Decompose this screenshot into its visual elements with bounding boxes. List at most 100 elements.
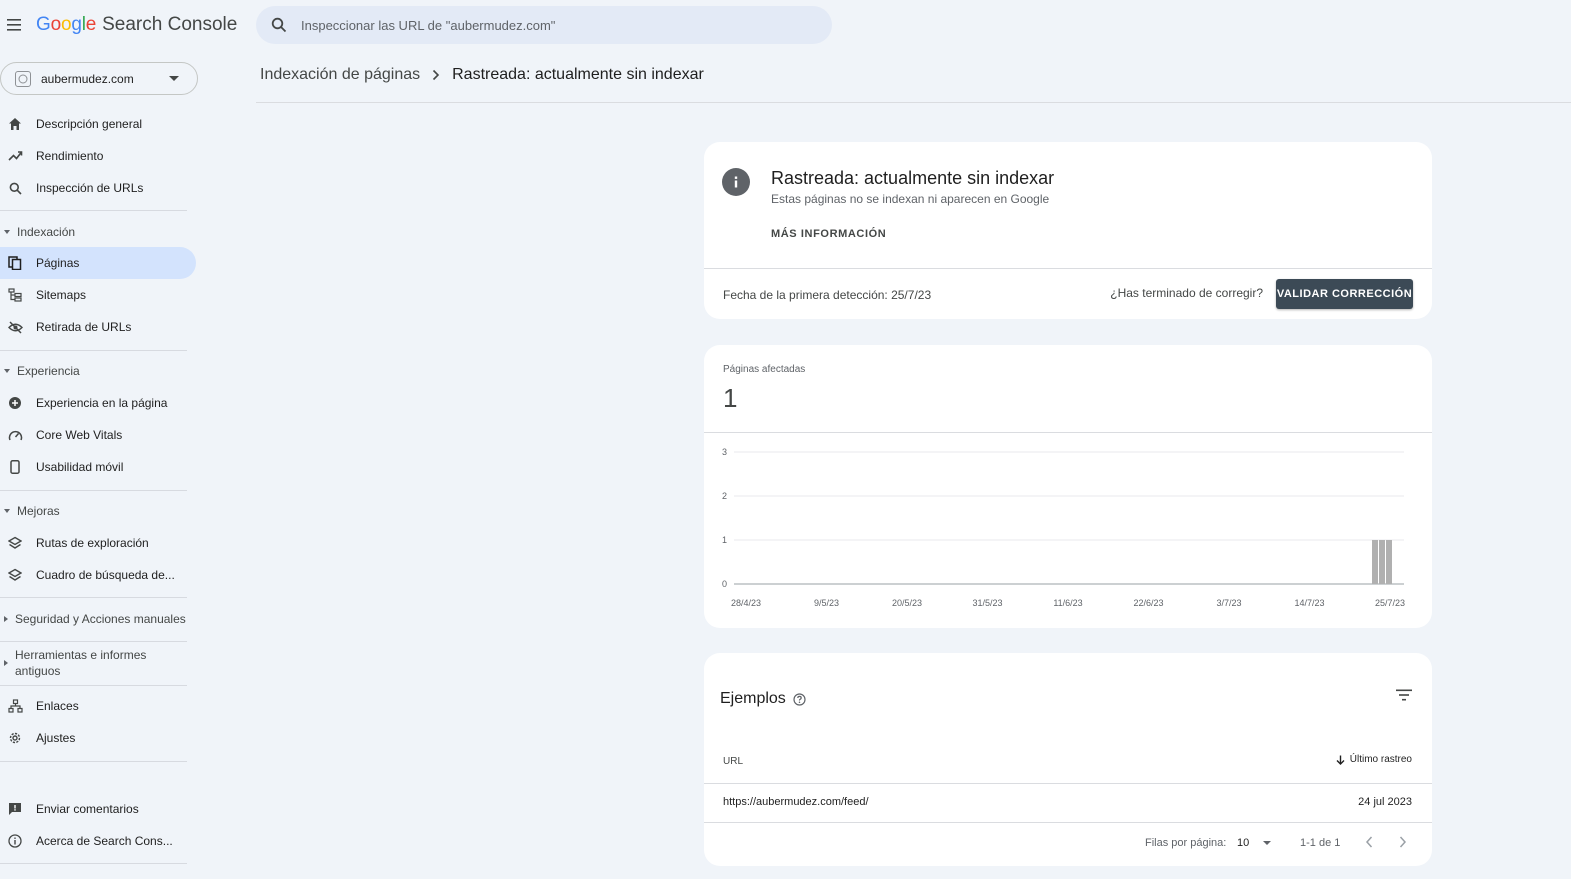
section-security[interactable]: Seguridad y Acciones manuales [0, 611, 196, 627]
prev-page-button[interactable] [1364, 834, 1374, 855]
google-logo-letter: g [71, 14, 82, 35]
table-row[interactable]: https://aubermudez.com/feed/ 24 jul 2023 [704, 784, 1432, 822]
chevron-left-icon [1365, 836, 1373, 848]
sidebar-divider [0, 210, 187, 211]
page-range: 1-1 de 1 [1300, 837, 1341, 849]
affected-pages-card: Páginas afectadas 1 0 1 2 3 28/4/23 9/5/23 20/… [704, 345, 1432, 628]
search-input[interactable] [301, 17, 781, 33]
examples-title: Ejemplos [720, 690, 806, 708]
sidebar-item-url-inspection[interactable]: Inspección de URLs [0, 172, 196, 204]
section-indexing[interactable]: Indexación [0, 224, 196, 240]
breadcrumb-parent[interactable]: Indexación de páginas [260, 66, 420, 84]
chart-bar [1379, 540, 1385, 584]
sidebar-item-sitelinks-searchbox[interactable]: Cuadro de búsqueda de... [0, 559, 196, 591]
phone-icon [7, 459, 23, 475]
affected-pages-chart: 0 1 2 3 28/4/23 9/5/23 20/5/23 31/5/23 11/6/23 22… [722, 447, 1405, 608]
sidebar-divider [0, 863, 187, 864]
fix-question-text: ¿Has terminado de corregir? [1110, 286, 1263, 300]
section-experience[interactable]: Experiencia [0, 363, 196, 379]
sitemap-icon [7, 287, 23, 303]
chart-y-tick-label: 0 [722, 579, 727, 589]
header-divider [256, 102, 1571, 103]
sidebar-item-sitemaps[interactable]: Sitemaps [0, 279, 196, 311]
sidebar-item-pages[interactable]: Páginas [0, 247, 196, 279]
chart-x-tick-label: 31/5/23 [972, 598, 1002, 608]
arrow-down-icon [1336, 755, 1345, 765]
chevron-right-icon [432, 69, 440, 81]
issue-subtitle: Estas páginas no se indexan ni aparecen … [771, 192, 1050, 206]
chart-bar [1372, 540, 1378, 584]
validate-fix-button[interactable]: VALIDAR CORRECCIÓN [1276, 279, 1413, 309]
more-info-link[interactable]: MÁS INFORMACIÓN [771, 228, 886, 240]
sidebar-divider [0, 350, 187, 351]
chart-y-tick-label: 3 [722, 447, 727, 457]
globe-icon [15, 70, 31, 87]
sidebar-item-settings[interactable]: Ajustes [0, 722, 196, 754]
app-logo[interactable]: Google Search Console [36, 14, 237, 36]
rows-per-page-value: 10 [1237, 837, 1250, 849]
card-divider [704, 432, 1432, 433]
issue-details-card: Rastreada: actualmente sin indexar Estas… [704, 142, 1432, 319]
sidebar-item-mobile-usability[interactable]: Usabilidad móvil [0, 451, 196, 483]
product-name: Search Console [102, 14, 238, 35]
sidebar-divider [0, 490, 187, 491]
caret-right-icon [4, 660, 8, 666]
chart-x-tick-label: 20/5/23 [892, 598, 922, 608]
layers-icon [7, 567, 23, 583]
google-logo-letter: o [60, 14, 72, 35]
sidebar-item-about[interactable]: Acerca de Search Cons... [0, 825, 196, 857]
pages-icon [7, 255, 23, 271]
section-legacy-tools[interactable]: Herramientas e informes antiguos [0, 647, 180, 679]
column-header-url[interactable]: URL [723, 756, 743, 767]
sidebar-item-core-web-vitals[interactable]: Core Web Vitals [0, 419, 196, 451]
google-logo: Google [36, 14, 96, 36]
chart-x-tick-label: 28/4/23 [731, 598, 761, 608]
sidebar-divider [0, 597, 187, 598]
sidebar-divider [0, 761, 187, 762]
chart-x-tick-label: 9/5/23 [814, 598, 839, 608]
examples-card: Ejemplos URL Último rastreo https://aube… [704, 653, 1432, 866]
card-divider [704, 268, 1432, 269]
next-page-button[interactable] [1398, 834, 1408, 855]
sidebar-item-removals[interactable]: Retirada de URLs [0, 311, 196, 343]
sidebar-item-page-experience[interactable]: Experiencia en la página [0, 387, 196, 419]
sidebar-item-overview[interactable]: Descripción general [0, 108, 196, 140]
sidebar: aubermudez.com Descripción general Rendi… [0, 52, 200, 879]
help-icon[interactable] [793, 692, 806, 706]
google-logo-letter: e [85, 14, 97, 35]
page-title: Rastreada: actualmente sin indexar [452, 66, 704, 83]
chart-x-tick-label: 3/7/23 [1216, 598, 1241, 608]
home-icon [7, 116, 23, 132]
property-selector[interactable]: aubermudez.com [0, 62, 198, 95]
gear-icon [7, 730, 23, 746]
filter-icon[interactable] [1396, 688, 1412, 706]
menu-icon[interactable] [4, 14, 26, 36]
section-improvements[interactable]: Mejoras [0, 503, 196, 519]
property-name: aubermudez.com [41, 71, 134, 86]
google-logo-letter: G [36, 14, 51, 35]
chart-y-tick-label: 2 [722, 491, 727, 501]
column-header-last-crawl[interactable]: Último rastreo [1336, 754, 1412, 765]
table-divider [704, 822, 1432, 823]
search-icon [271, 17, 287, 33]
feedback-icon [7, 801, 23, 817]
sidebar-item-breadcrumbs[interactable]: Rutas de exploración [0, 527, 196, 559]
rows-per-page-label: Filas por página: [1145, 837, 1227, 849]
url-inspection-search[interactable] [256, 6, 832, 44]
rows-per-page-select[interactable]: 10 [1237, 834, 1277, 852]
layers-icon [7, 535, 23, 551]
table-pagination: Filas por página: 10 1-1 de 1 [704, 833, 1432, 853]
sidebar-item-links[interactable]: Enlaces [0, 690, 196, 722]
search-icon [7, 180, 23, 196]
chart-x-tick-label: 14/7/23 [1294, 598, 1324, 608]
sidebar-item-performance[interactable]: Rendimiento [0, 140, 196, 172]
caret-down-icon [1263, 841, 1272, 845]
chart-y-tick-label: 1 [722, 535, 727, 545]
examples-heading: Ejemplos [720, 690, 786, 707]
info-icon [722, 168, 750, 196]
sidebar-item-feedback[interactable]: Enviar comentarios [0, 793, 196, 825]
issue-title: Rastreada: actualmente sin indexar [771, 168, 1055, 188]
row-url: https://aubermudez.com/feed/ [723, 796, 869, 808]
caret-down-icon [4, 230, 10, 234]
trending-icon [7, 148, 23, 164]
